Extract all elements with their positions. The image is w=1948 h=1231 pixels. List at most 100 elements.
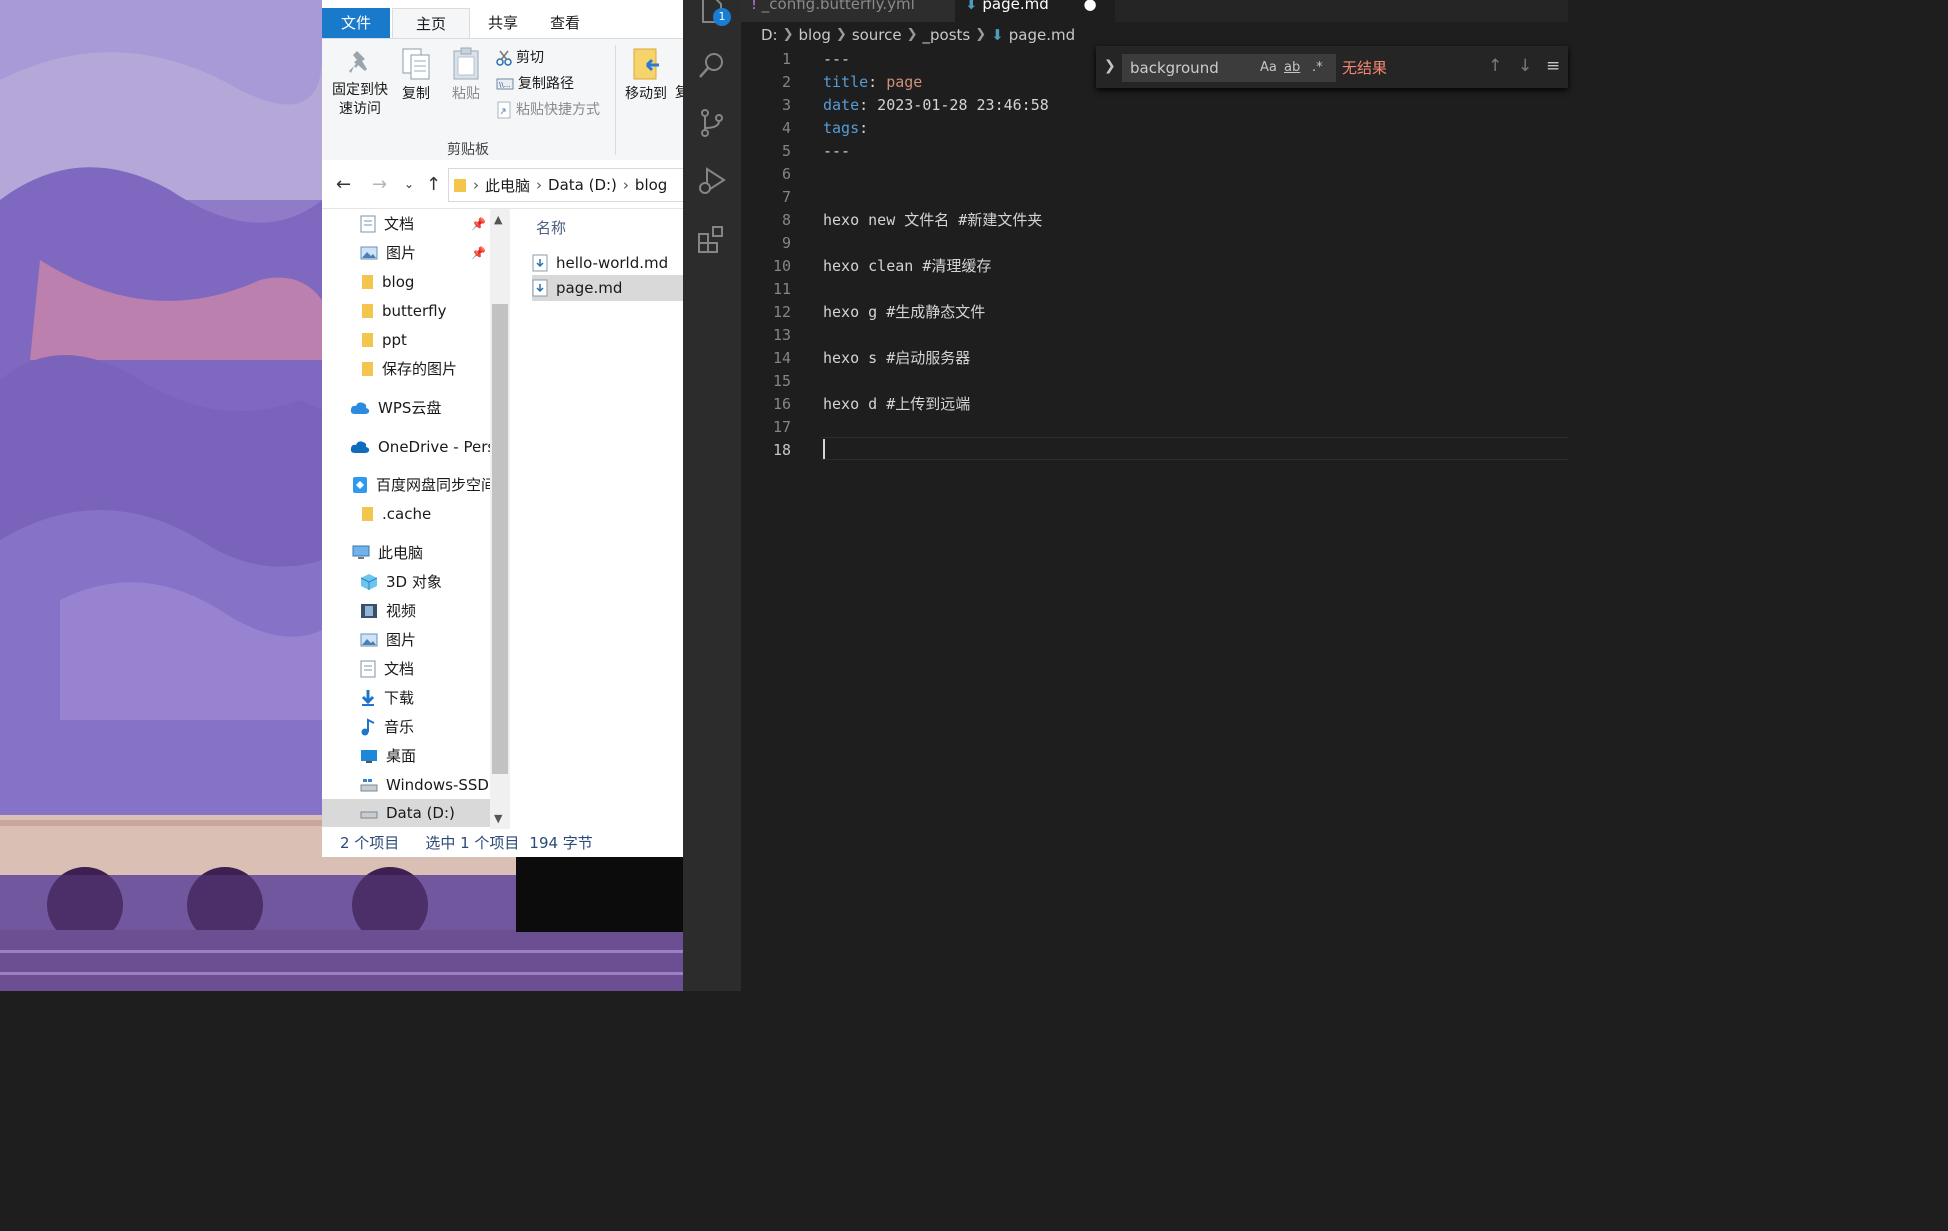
nav-item-documents[interactable]: 文档 bbox=[360, 655, 414, 683]
file-list: 名称 hello-world.md page.md bbox=[514, 209, 683, 829]
nav-item-cache[interactable]: .cache bbox=[360, 500, 431, 528]
search-icon[interactable] bbox=[697, 50, 727, 80]
nav-item-data-d[interactable]: Data (D:) bbox=[322, 799, 490, 827]
code-line[interactable]: 13 bbox=[741, 324, 1568, 347]
move-to-button[interactable]: 移动到 bbox=[621, 47, 671, 104]
code-line[interactable]: 12 hexo g #生成静态文件 bbox=[741, 301, 1568, 324]
whole-word-toggle[interactable]: ab bbox=[1284, 60, 1300, 75]
crumb[interactable]: source bbox=[852, 24, 902, 46]
code-line[interactable]: 10 hexo clean #清理缓存 bbox=[741, 255, 1568, 278]
crumb-blog[interactable]: blog bbox=[635, 176, 667, 194]
code-line[interactable]: 6 bbox=[741, 163, 1568, 186]
extensions-icon[interactable] bbox=[697, 224, 727, 254]
run-debug-icon[interactable] bbox=[697, 166, 727, 196]
code-line[interactable]: 5 --- bbox=[741, 140, 1568, 163]
nav-item-this-pc[interactable]: 此电脑 bbox=[352, 539, 423, 567]
nav-item-windows-ssd[interactable]: Windows-SSD ( bbox=[360, 771, 492, 799]
column-header-name[interactable]: 名称 bbox=[536, 217, 566, 238]
paste-icon bbox=[453, 47, 479, 80]
nav-item-downloads[interactable]: 下载 bbox=[360, 684, 414, 712]
line-number: 1 bbox=[781, 50, 791, 68]
tab-home[interactable]: 主页 bbox=[392, 8, 470, 40]
crumb-data-d[interactable]: Data (D:) bbox=[548, 176, 617, 194]
crumb[interactable]: blog bbox=[799, 24, 831, 46]
file-row[interactable]: hello-world.md bbox=[532, 250, 683, 276]
nav-item-videos[interactable]: 视频 bbox=[360, 597, 416, 625]
copy-path-icon: \\... bbox=[496, 78, 514, 90]
unsaved-dot-icon[interactable]: ● bbox=[1084, 0, 1097, 13]
ribbon-home: 固定到快 速访问 复制 粘贴 剪切 \\... 复制路径 粘贴快捷方式 剪贴板 … bbox=[322, 38, 683, 162]
chevron-right-icon: ❯ bbox=[975, 27, 987, 42]
nav-item-blog[interactable]: blog bbox=[360, 268, 414, 296]
nav-item-wps-cloud[interactable]: WPS云盘 bbox=[350, 394, 441, 422]
code-line[interactable]: 4 tags: bbox=[741, 117, 1568, 140]
nav-label: Windows-SSD ( bbox=[386, 776, 492, 794]
markdown-file-icon bbox=[532, 279, 548, 297]
find-in-selection-icon[interactable]: ≡ bbox=[1546, 56, 1560, 76]
paste-shortcut-label: 粘贴快捷方式 bbox=[516, 102, 600, 118]
code-line[interactable]: 9 bbox=[741, 232, 1568, 255]
crumb-this-pc[interactable]: 此电脑 bbox=[485, 175, 530, 196]
tab-view[interactable]: 查看 bbox=[530, 8, 600, 38]
black-background-region bbox=[516, 857, 683, 932]
nav-label: 桌面 bbox=[386, 747, 417, 765]
tab-config-butterfly[interactable]: ! _config.butterfly.yml bbox=[741, 0, 961, 22]
nav-item-pictures-quick[interactable]: 图片 📌 bbox=[360, 239, 490, 267]
code-line[interactable]: 14 hexo s #启动服务器 bbox=[741, 347, 1568, 370]
toggle-replace-chevron-icon[interactable]: ❯ bbox=[1104, 58, 1116, 74]
find-input[interactable]: background bbox=[1122, 54, 1336, 82]
code-line[interactable]: 15 bbox=[741, 370, 1568, 393]
crumb[interactable]: _posts bbox=[923, 24, 971, 46]
nav-item-documents-quick[interactable]: 文档 📌 bbox=[360, 210, 490, 238]
previous-match-arrow-icon[interactable]: ↑ bbox=[1488, 56, 1502, 76]
up-arrow-icon[interactable]: ↑ bbox=[426, 174, 441, 195]
tab-file[interactable]: 文件 bbox=[322, 8, 390, 38]
yaml-file-icon: ! bbox=[751, 0, 758, 13]
forward-arrow-icon[interactable]: → bbox=[372, 174, 387, 195]
baidu-disk-icon bbox=[353, 477, 367, 493]
nav-item-onedrive[interactable]: OneDrive - Persc bbox=[350, 433, 492, 461]
tab-share[interactable]: 共享 bbox=[468, 8, 538, 38]
crumb[interactable]: page.md bbox=[1009, 24, 1075, 46]
code-line[interactable]: 11 bbox=[741, 278, 1568, 301]
match-case-toggle[interactable]: Aa bbox=[1260, 60, 1277, 75]
crumb[interactable]: D: bbox=[761, 24, 778, 46]
scroll-up-icon[interactable]: ▲ bbox=[494, 213, 502, 226]
copy-path-button[interactable]: \\... 复制路径 bbox=[496, 73, 574, 95]
next-match-arrow-icon[interactable]: ↓ bbox=[1518, 56, 1532, 76]
nav-item-saved-pictures[interactable]: 保存的图片 bbox=[360, 355, 457, 383]
line-number: 18 bbox=[772, 441, 791, 459]
nav-item-3d-objects[interactable]: 3D 对象 bbox=[360, 568, 442, 596]
back-arrow-icon[interactable]: ← bbox=[336, 174, 351, 195]
cut-button[interactable]: 剪切 bbox=[496, 47, 544, 69]
paste-button[interactable]: 粘贴 bbox=[444, 47, 488, 104]
nav-item-pictures[interactable]: 图片 bbox=[360, 626, 416, 654]
recent-dropdown-icon[interactable]: ⌄ bbox=[404, 177, 414, 191]
pin-quick-access-button[interactable]: 固定到快 速访问 bbox=[328, 47, 392, 119]
code-line[interactable]: 17 bbox=[741, 416, 1568, 439]
copy-button[interactable]: 复制 bbox=[394, 47, 438, 104]
nav-label: Data (D:) bbox=[386, 804, 455, 822]
tab-page-md[interactable]: ⬇ page.md ● bbox=[955, 0, 1115, 22]
scroll-down-icon[interactable]: ▼ bbox=[494, 812, 502, 825]
line-content: date: 2023-01-28 23:46:58 bbox=[823, 94, 1049, 117]
nav-item-music[interactable]: 音乐 bbox=[360, 713, 414, 741]
copy-icon bbox=[402, 48, 430, 80]
nav-item-butterfly[interactable]: butterfly bbox=[360, 297, 447, 325]
nav-item-baidu-sync[interactable]: 百度网盘同步空间 bbox=[352, 471, 492, 499]
scrollbar-thumb[interactable] bbox=[492, 304, 508, 774]
code-line[interactable]: 16 hexo d #上传到远端 bbox=[741, 393, 1568, 416]
address-path[interactable]: › 此电脑 › Data (D:) › blog bbox=[448, 168, 683, 202]
nav-scrollbar[interactable]: ▲ ▼ bbox=[490, 209, 510, 829]
code-line[interactable]: 7 bbox=[741, 186, 1568, 209]
nav-item-ppt[interactable]: ppt bbox=[360, 326, 407, 354]
copy-to-button[interactable]: 复 bbox=[672, 84, 683, 103]
source-control-icon[interactable] bbox=[697, 108, 727, 138]
paste-shortcut-button[interactable]: 粘贴快捷方式 bbox=[496, 99, 600, 121]
regex-toggle[interactable]: .* bbox=[1312, 60, 1323, 75]
nav-item-desktop[interactable]: 桌面 bbox=[360, 742, 416, 770]
code-line[interactable]: 8 hexo new 文件名 #新建文件夹 bbox=[741, 209, 1568, 232]
code-line[interactable]: 3 date: 2023-01-28 23:46:58 bbox=[741, 94, 1568, 117]
file-row-selected[interactable]: page.md bbox=[532, 275, 683, 301]
cloud-icon bbox=[350, 402, 370, 414]
